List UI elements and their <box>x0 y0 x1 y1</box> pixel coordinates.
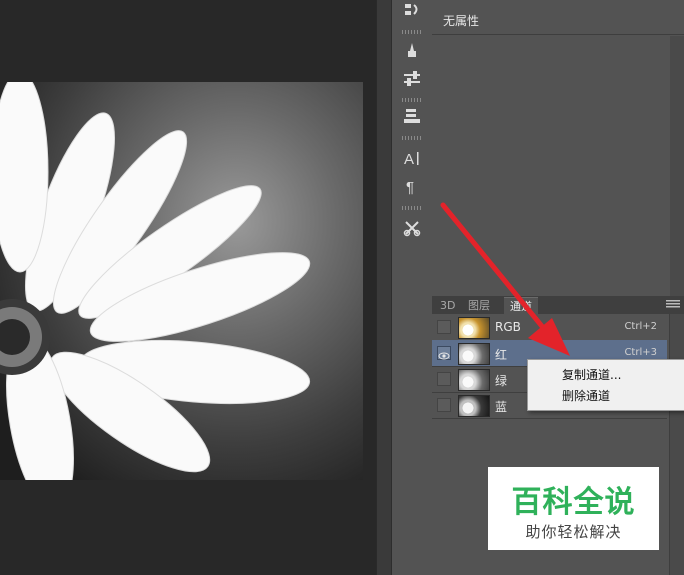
properties-panel: 无属性 <box>432 0 684 296</box>
channel-shortcut: Ctrl+3 <box>624 347 657 358</box>
visibility-toggle[interactable] <box>437 320 451 334</box>
tab-3d[interactable]: 3D <box>440 297 455 314</box>
channel-thumbnail <box>458 343 490 365</box>
stamp-icon[interactable] <box>400 104 424 128</box>
document-canvas[interactable] <box>0 0 376 575</box>
svg-text:¶: ¶ <box>406 179 414 195</box>
tab-channels[interactable]: 通道 <box>504 297 538 315</box>
menu-item-duplicate-channel[interactable]: 复制通道... <box>562 366 621 383</box>
visibility-toggle[interactable] <box>437 398 451 412</box>
svg-text:A: A <box>404 151 414 167</box>
panel-menu-icon[interactable] <box>666 300 680 308</box>
channel-name: RGB <box>495 320 521 334</box>
eye-icon[interactable] <box>437 346 451 360</box>
adjust-sliders-icon[interactable] <box>400 66 424 90</box>
watermark-logo: 百科全说 助你轻松解决 <box>488 467 659 550</box>
channel-thumbnail <box>458 369 490 391</box>
properties-scrollbar[interactable] <box>670 36 684 296</box>
brush-icon[interactable] <box>400 38 424 62</box>
panel-dock: A ¶ <box>391 0 433 575</box>
flower-graphic <box>0 82 363 480</box>
channel-thumbnail <box>458 317 490 339</box>
dock-grip[interactable] <box>402 98 422 102</box>
canvas-scrollbar[interactable] <box>376 0 391 575</box>
channel-thumbnail <box>458 395 490 417</box>
panel-tabbar: 3D 图层 通道 <box>432 296 684 315</box>
paragraph-icon[interactable]: ¶ <box>400 174 424 198</box>
character-icon[interactable]: A <box>400 146 424 170</box>
dock-grip[interactable] <box>402 30 422 34</box>
scissors-icon[interactable] <box>400 216 424 240</box>
properties-title: 无属性 <box>443 14 480 28</box>
context-menu: 复制通道... 删除通道 <box>527 359 684 411</box>
flower-image <box>0 82 363 480</box>
dock-grip[interactable] <box>402 206 422 210</box>
watermark-title: 百科全说 <box>511 485 636 520</box>
channel-row-rgb[interactable]: RGB Ctrl+2 <box>432 314 667 341</box>
tab-layers[interactable]: 图层 <box>468 297 490 314</box>
channel-name: 蓝 <box>495 400 508 414</box>
channel-shortcut: Ctrl+2 <box>624 321 657 332</box>
channel-name: 红 <box>495 348 508 362</box>
channel-name: 绿 <box>495 374 508 388</box>
properties-header: 无属性 <box>432 0 684 35</box>
visibility-toggle[interactable] <box>437 372 451 386</box>
tool-preset-icon[interactable] <box>400 0 424 22</box>
menu-item-delete-channel[interactable]: 删除通道 <box>562 387 610 404</box>
dock-grip[interactable] <box>402 136 422 140</box>
channels-scrollbar[interactable] <box>669 314 684 575</box>
watermark-subtitle: 助你轻松解决 <box>525 523 622 541</box>
